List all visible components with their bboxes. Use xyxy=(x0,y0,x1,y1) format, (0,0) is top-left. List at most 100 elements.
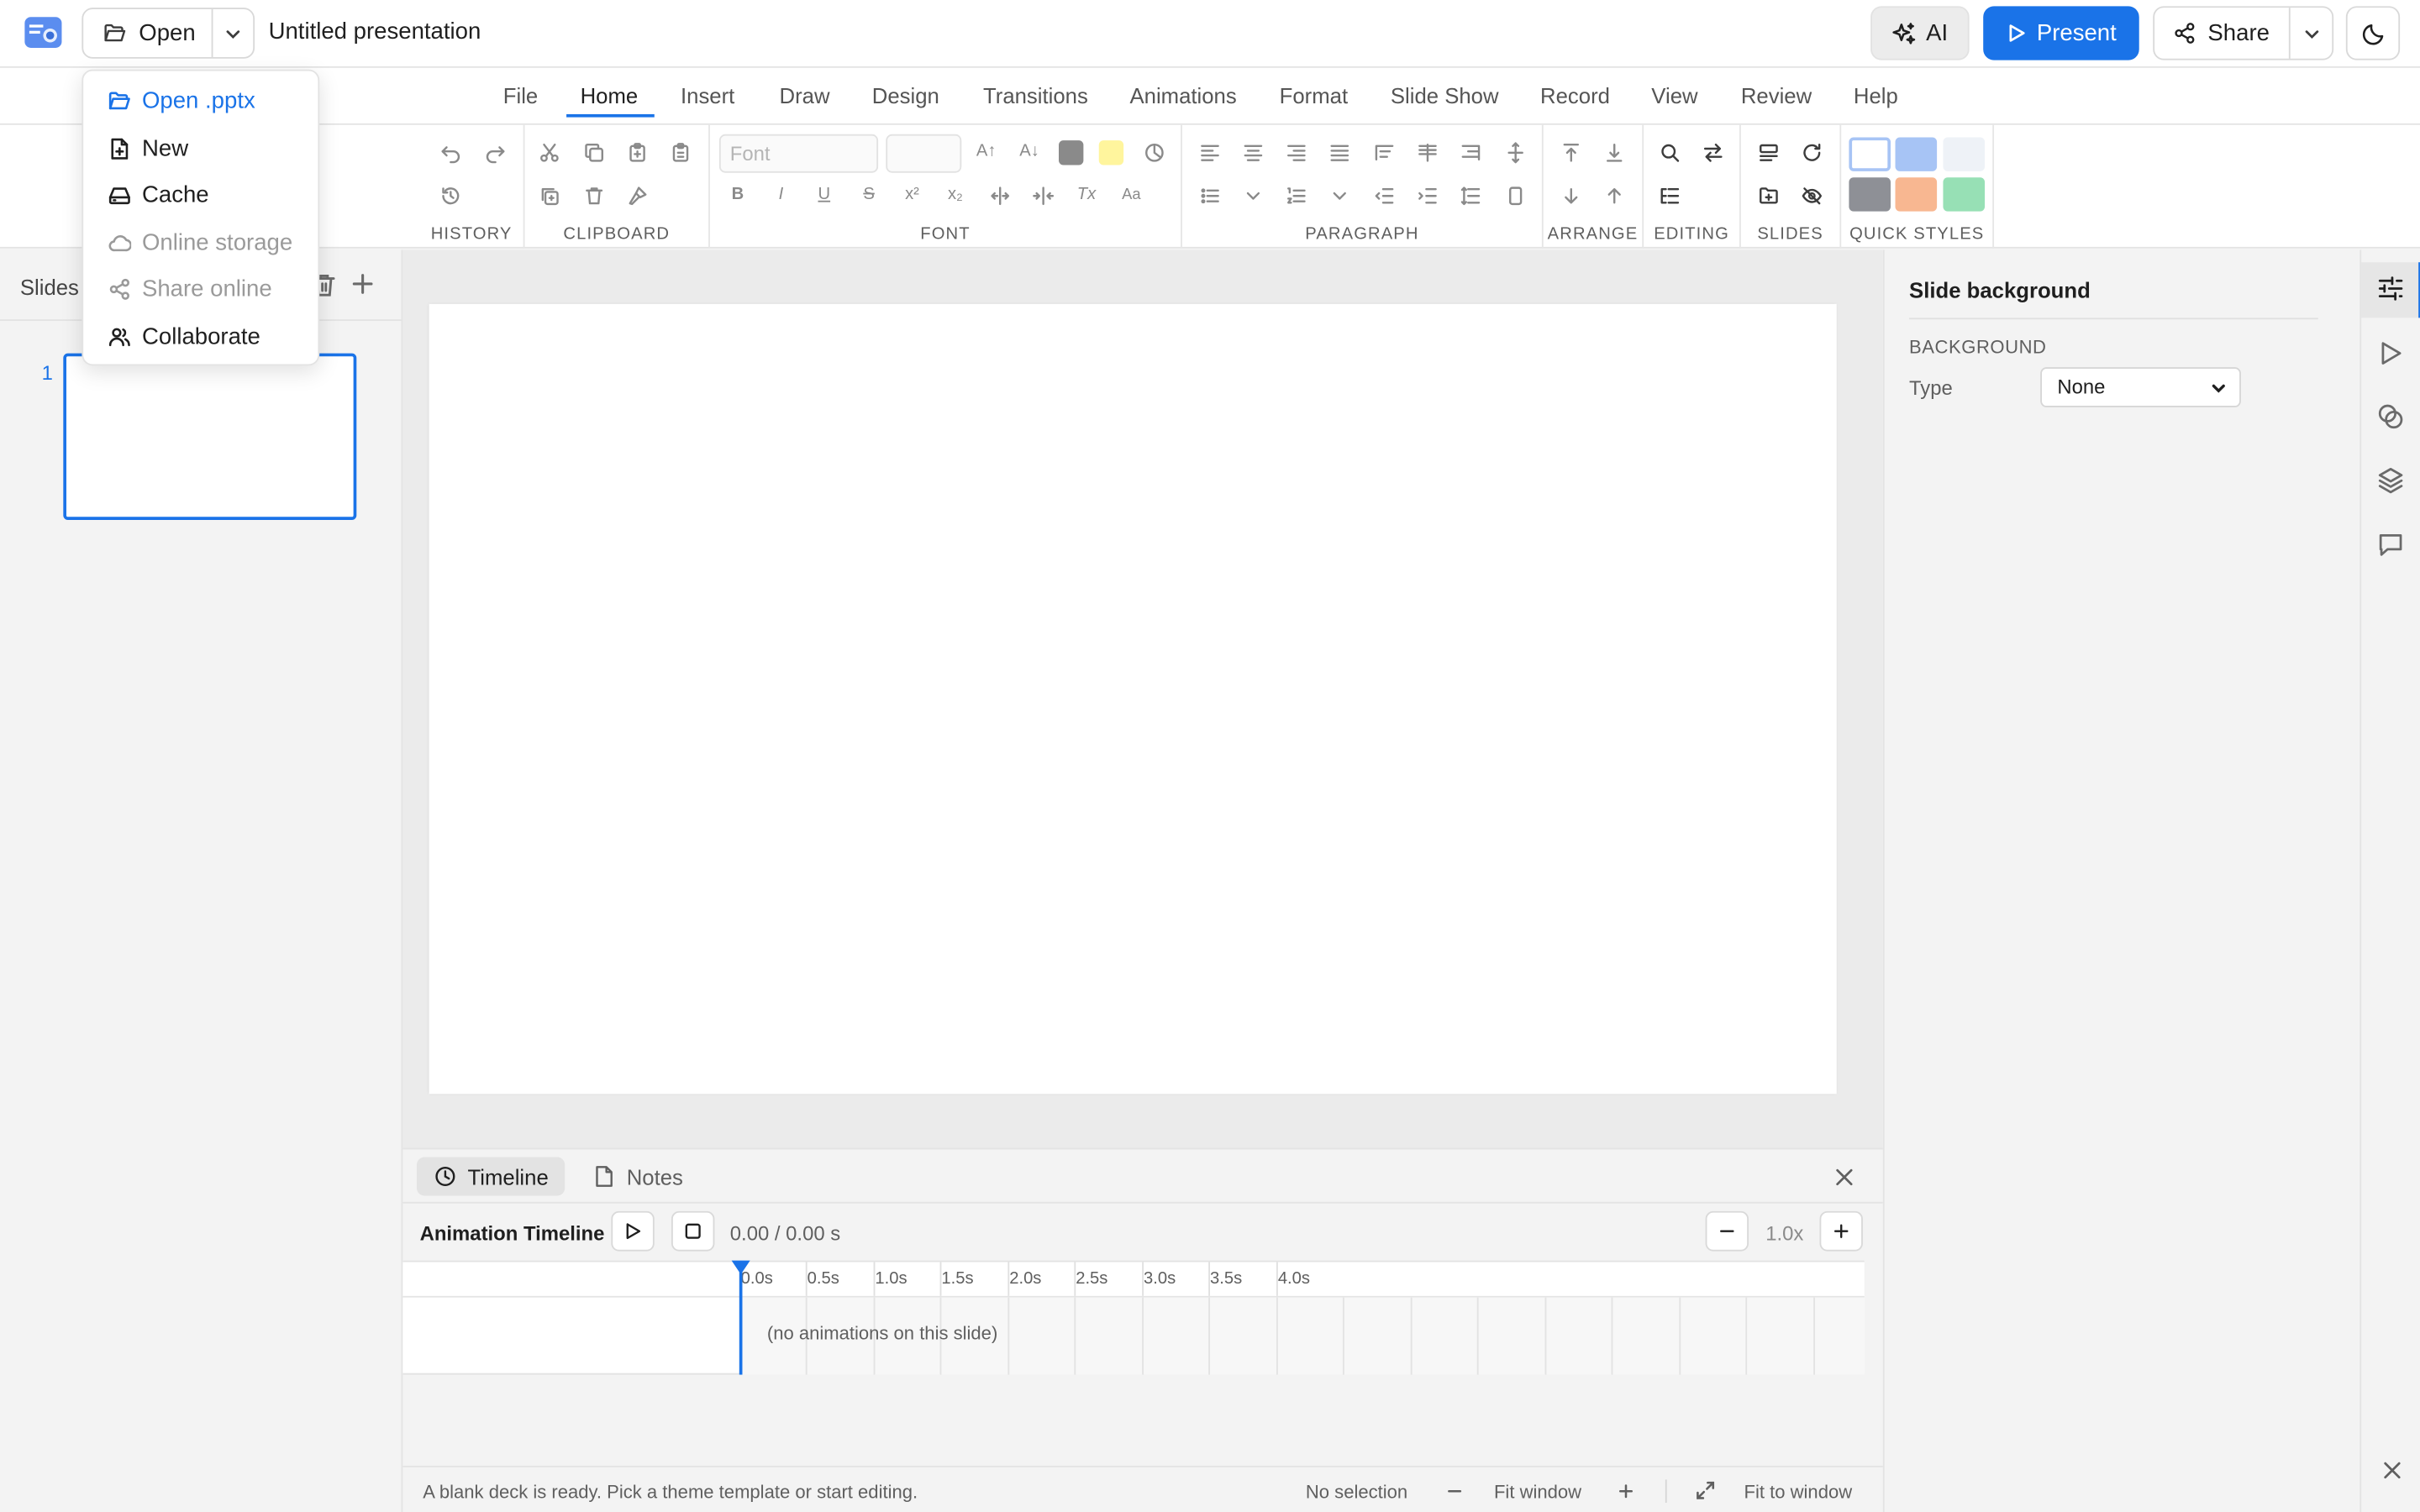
fit-window-status[interactable]: Fit window xyxy=(1494,1481,1581,1503)
align-right-icon[interactable] xyxy=(1282,139,1310,166)
justify-icon[interactable] xyxy=(1326,139,1354,166)
increase-font-size-icon[interactable]: A↑ xyxy=(972,137,1000,165)
tab-animations[interactable]: Animations xyxy=(1129,83,1236,108)
copy-icon[interactable] xyxy=(581,139,608,166)
menu-item-collaborate[interactable]: Collaborate xyxy=(108,319,260,353)
tab-design[interactable]: Design xyxy=(872,83,939,108)
new-section-icon[interactable] xyxy=(1754,182,1782,210)
tab-format[interactable]: Format xyxy=(1280,83,1348,108)
vertical-align-icon[interactable] xyxy=(1502,139,1529,166)
quick-style-swatch[interactable] xyxy=(1849,137,1891,171)
history-icon[interactable] xyxy=(437,182,465,210)
tab-record[interactable]: Record xyxy=(1540,83,1610,108)
menu-item-new[interactable]: New xyxy=(108,131,188,165)
quick-style-swatch[interactable] xyxy=(1895,177,1938,212)
play-icon[interactable] xyxy=(2377,339,2408,370)
tab-review[interactable]: Review xyxy=(1741,83,1812,108)
hide-slide-icon[interactable] xyxy=(1798,182,1826,210)
increase-indent-icon[interactable] xyxy=(1413,182,1441,210)
reset-slide-icon[interactable] xyxy=(1798,139,1826,166)
quick-style-swatch[interactable] xyxy=(1849,177,1891,212)
zoom-in-icon[interactable] xyxy=(1618,1483,1634,1499)
quick-style-swatch[interactable] xyxy=(1943,137,1986,171)
open-dropdown-toggle[interactable] xyxy=(213,9,253,57)
timeline-play-button[interactable] xyxy=(611,1210,655,1252)
change-case-icon[interactable]: Aa xyxy=(1118,181,1145,208)
clear-formatting-icon[interactable]: Tx xyxy=(1073,181,1101,208)
timeline-zoom-out-button[interactable] xyxy=(1705,1210,1749,1252)
menu-item-cache[interactable]: Cache xyxy=(108,177,209,211)
quick-style-swatch[interactable] xyxy=(1895,137,1938,171)
tab-insert[interactable]: Insert xyxy=(681,83,734,108)
send-backward-icon[interactable] xyxy=(1557,182,1585,210)
timeline-zoom-in-button[interactable] xyxy=(1819,1210,1863,1252)
cut-icon[interactable] xyxy=(535,139,563,166)
shapes-icon[interactable] xyxy=(2377,402,2408,433)
timeline-stop-button[interactable] xyxy=(671,1210,715,1252)
ai-button[interactable]: AI xyxy=(1870,6,1970,60)
chevron-down-icon[interactable] xyxy=(1326,182,1354,210)
open-button[interactable]: Open xyxy=(83,9,213,57)
font-size-input[interactable] xyxy=(886,134,962,173)
present-button[interactable]: Present xyxy=(1983,6,2139,60)
italic-icon[interactable]: I xyxy=(767,181,795,208)
condense-spacing-icon[interactable] xyxy=(1029,182,1057,210)
strikethrough-icon[interactable]: S xyxy=(855,181,883,208)
timeline-playhead[interactable] xyxy=(739,1266,742,1375)
align-left-icon[interactable] xyxy=(1196,139,1223,166)
tab-slide-show[interactable]: Slide Show xyxy=(1391,83,1499,108)
format-painter-icon[interactable] xyxy=(623,182,651,210)
zoom-out-icon[interactable] xyxy=(1446,1483,1463,1499)
font-color-swatch[interactable] xyxy=(1059,140,1084,165)
sliders-icon[interactable] xyxy=(2377,275,2408,306)
text-box-icon[interactable] xyxy=(1502,182,1529,210)
tab-file[interactable]: File xyxy=(503,83,538,108)
tab-view[interactable]: View xyxy=(1651,83,1697,108)
document-title[interactable]: Untitled presentation xyxy=(269,18,481,45)
duplicate-icon[interactable] xyxy=(535,182,563,210)
underline-icon[interactable]: U xyxy=(810,181,838,208)
font-family-input[interactable]: Font xyxy=(718,134,879,173)
app-logo-icon[interactable] xyxy=(24,15,64,49)
expand-spacing-icon[interactable] xyxy=(986,182,1014,210)
subscript-icon[interactable]: x₂ xyxy=(941,181,969,208)
tab-draw[interactable]: Draw xyxy=(780,83,830,108)
align-center-icon[interactable] xyxy=(1239,139,1267,166)
bring-forward-icon[interactable] xyxy=(1601,182,1628,210)
timeline-playhead-handle[interactable] xyxy=(731,1260,750,1275)
redo-icon[interactable] xyxy=(481,139,509,166)
layout-icon[interactable] xyxy=(1754,139,1782,166)
text-effects-icon[interactable] xyxy=(1140,139,1168,166)
close-icon[interactable] xyxy=(2380,1458,2404,1483)
undo-icon[interactable] xyxy=(437,139,465,166)
comment-icon[interactable] xyxy=(2377,531,2408,562)
bold-icon[interactable]: B xyxy=(723,181,751,208)
delete-icon[interactable] xyxy=(581,182,608,210)
plus-icon[interactable] xyxy=(349,270,376,297)
share-dropdown-toggle[interactable] xyxy=(2291,8,2333,59)
replace-icon[interactable] xyxy=(1699,139,1727,166)
decrease-indent-icon[interactable] xyxy=(1370,182,1398,210)
select-icon[interactable] xyxy=(1656,182,1684,210)
find-icon[interactable] xyxy=(1656,139,1684,166)
send-to-back-icon[interactable] xyxy=(1601,139,1628,166)
paste-icon[interactable] xyxy=(623,139,651,166)
decrease-font-size-icon[interactable]: A↓ xyxy=(1016,137,1044,165)
fit-to-window-button[interactable]: Fit to window xyxy=(1744,1481,1853,1503)
theme-toggle-button[interactable] xyxy=(2345,6,2401,60)
tab-notes[interactable]: Notes xyxy=(576,1158,700,1196)
close-icon[interactable] xyxy=(1832,1165,1856,1189)
tab-transitions[interactable]: Transitions xyxy=(983,83,1088,108)
chevron-down-icon[interactable] xyxy=(1239,182,1267,210)
paste-special-icon[interactable] xyxy=(666,139,694,166)
share-button[interactable]: Share xyxy=(2154,8,2291,59)
bring-to-front-icon[interactable] xyxy=(1557,139,1585,166)
fullscreen-icon[interactable] xyxy=(1695,1479,1717,1501)
quick-style-swatch[interactable] xyxy=(1943,177,1986,212)
tab-timeline[interactable]: Timeline xyxy=(416,1157,566,1196)
bullet-list-icon[interactable] xyxy=(1196,182,1223,210)
highlight-color-swatch[interactable] xyxy=(1098,140,1124,165)
align-text-icon[interactable] xyxy=(1457,139,1485,166)
layers-icon[interactable] xyxy=(2377,466,2408,497)
tab-home[interactable]: Home xyxy=(581,83,639,108)
